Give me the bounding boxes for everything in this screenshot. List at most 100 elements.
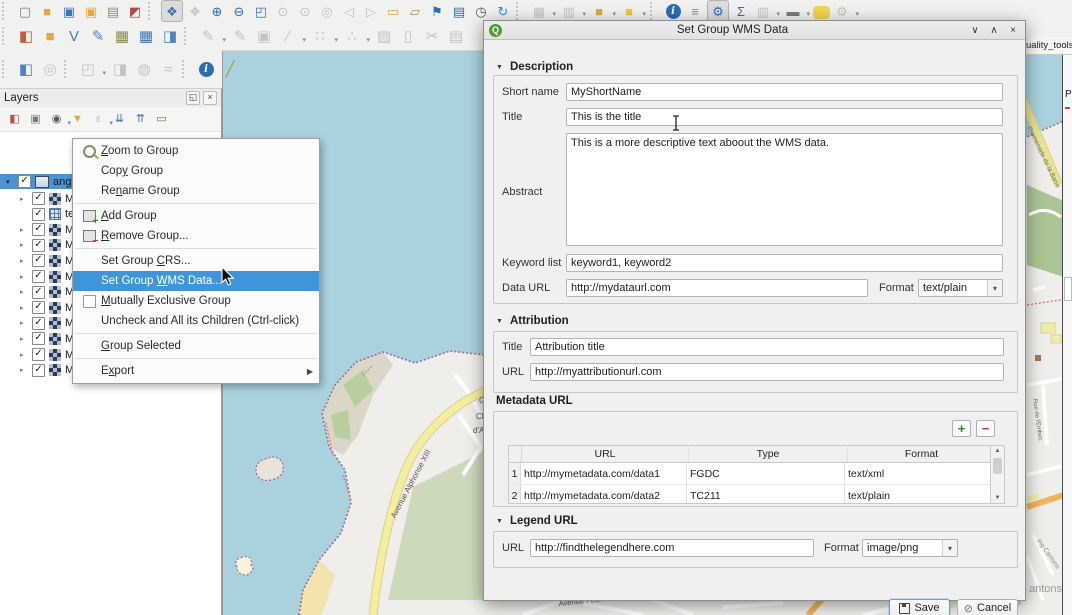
metasearch-button[interactable]: i [195, 58, 217, 80]
layer-checkbox[interactable]: ✓ [32, 270, 45, 283]
menu-item-mutually-exclusive-group[interactable]: Mutually Exclusive Group [73, 291, 319, 311]
header-cell[interactable]: Format [848, 446, 995, 462]
attribution-title-input[interactable] [530, 338, 1004, 356]
description-section-header[interactable]: ▼ Description [496, 61, 573, 73]
data-url-input[interactable] [566, 279, 868, 297]
menu-item-remove-group[interactable]: Remove Group... [73, 226, 319, 246]
layer-checkbox[interactable]: ✓ [32, 348, 45, 361]
filter-legend-button[interactable]: ▼ [69, 111, 86, 128]
shade-window-button[interactable]: ∨ [968, 25, 982, 36]
expander-right-icon[interactable]: ▸ [20, 335, 30, 343]
menu-item-set-group-wms-data[interactable]: Set Group WMS Data... [73, 271, 319, 291]
layer-checkbox[interactable]: ✓ [32, 223, 45, 236]
new-print-layout-button[interactable]: ▭ [383, 1, 403, 21]
add-group-button[interactable]: ▣ [27, 111, 44, 128]
measure-menu-button[interactable]: ▬▾ [783, 1, 803, 21]
layer-checkbox[interactable]: ✓ [32, 364, 45, 377]
map-tips-button[interactable] [813, 6, 830, 19]
new-spatialite-layer-button[interactable]: ✎ [87, 25, 109, 47]
short-name-input[interactable] [566, 83, 1003, 101]
zoom-in-button[interactable]: ⊕ [207, 1, 227, 21]
header-cell[interactable]: Type [689, 446, 848, 462]
options-sliders-button[interactable]: ≡ [685, 1, 705, 21]
sliver-scroll-thumb[interactable] [1064, 277, 1072, 301]
manage-map-themes-button[interactable]: ◉▾ [48, 111, 65, 128]
title-input[interactable] [566, 108, 1003, 126]
expander-right-icon[interactable]: ▸ [20, 288, 30, 296]
new-grid-layer-button[interactable]: ▦ [135, 25, 157, 47]
zoom-out-button[interactable]: ⊖ [229, 1, 249, 21]
close-panel-button[interactable]: × [203, 91, 217, 105]
show-bookmarks-button[interactable]: ▤ [449, 1, 469, 21]
save-project-button[interactable]: ▣ [59, 1, 79, 21]
type-cell[interactable]: FGDC [687, 463, 845, 484]
legend-format-combo[interactable]: image/png ▾ [862, 539, 958, 557]
statistics-summary-button[interactable]: Σ [731, 1, 751, 21]
attribution-url-input[interactable] [530, 363, 1004, 381]
save-project-as-button[interactable]: ▣ [81, 1, 101, 21]
menu-item-set-group-crs[interactable]: Set Group CRS... [73, 251, 319, 271]
menu-item-uncheck-all-children[interactable]: Uncheck and All its Children (Ctrl-click… [73, 311, 319, 331]
layer-checkbox[interactable]: ✓ [32, 192, 45, 205]
layer-checkbox[interactable]: ✓ [32, 208, 45, 221]
format-cell[interactable]: text/plain [845, 485, 992, 504]
new-virtual-layer-button[interactable]: ◨ [159, 25, 181, 47]
group-checkbox[interactable]: ✓ [18, 175, 31, 188]
processing-toolbox-button[interactable]: ⚙ [707, 0, 729, 22]
expander-right-icon[interactable]: ▸ [20, 304, 30, 312]
data-source-manager-button[interactable]: ◧ [15, 25, 37, 47]
layout-items-menu-button[interactable]: ■▾ [619, 1, 639, 21]
style-manager-button[interactable]: ◩ [125, 1, 145, 21]
new-shapefile-layer-button[interactable]: V [63, 25, 85, 47]
temporal-controller-button[interactable]: ◷ [471, 1, 491, 21]
new-mesh-layer-button[interactable]: ▦ [111, 25, 133, 47]
menu-item-add-group[interactable]: Add Group [73, 206, 319, 226]
maximize-window-button[interactable]: ∧ [987, 25, 1001, 36]
quality-tools-tab[interactable]: uality_tools [1026, 37, 1072, 55]
zoom-full-extent-button[interactable]: ◰ [251, 1, 271, 21]
collapse-all-button[interactable]: ⇈ [132, 111, 149, 128]
format-cell[interactable]: text/xml [845, 463, 992, 484]
new-geopackage-layer-button[interactable]: ■ [39, 25, 61, 47]
identify-features-button[interactable]: i [663, 1, 683, 21]
menu-item-rename-group[interactable]: Rename Group [73, 181, 319, 201]
url-cell[interactable]: http://mymetadata.com/data1 [521, 463, 687, 484]
legend-section-header[interactable]: ▼ Legend URL [496, 515, 578, 527]
new-layout-menu-button[interactable]: ■▾ [589, 1, 609, 21]
keyword-list-input[interactable] [566, 254, 1003, 272]
float-panel-button[interactable]: ◱ [186, 91, 200, 105]
header-cell[interactable]: URL [522, 446, 689, 462]
menu-item-zoom-to-group[interactable]: Zoom to Group [73, 141, 319, 161]
remove-layer-group-button[interactable]: ▭ [153, 111, 170, 128]
dialog-titlebar[interactable]: Q Set Group WMS Data ∨ ∧ × [484, 21, 1025, 40]
move-feature-button[interactable]: ◧ [15, 58, 37, 80]
layer-checkbox[interactable]: ✓ [32, 332, 45, 345]
expander-right-icon[interactable]: ▸ [20, 241, 30, 249]
layer-checkbox[interactable]: ✓ [32, 317, 45, 330]
metadata-table-scrollbar[interactable]: ▲ ▼ [990, 446, 1004, 503]
refresh-map-button[interactable]: ↻ [493, 1, 513, 21]
legend-url-input[interactable] [530, 539, 814, 557]
new-3d-map-view-button[interactable]: ▱ [405, 1, 425, 21]
abstract-textarea[interactable]: This is a more descriptive text aboout t… [566, 133, 1003, 246]
table-row[interactable]: 1http://mymetadata.com/data1FGDCtext/xml [509, 463, 1004, 485]
open-project-button[interactable]: ■ [37, 1, 57, 21]
expander-right-icon[interactable]: ▸ [20, 226, 30, 234]
scroll-thumb[interactable] [993, 458, 1002, 474]
close-window-button[interactable]: × [1006, 25, 1020, 36]
expander-right-icon[interactable]: ▸ [20, 319, 30, 327]
open-layer-styling-button[interactable]: ◧ [6, 111, 23, 128]
expander-right-icon[interactable]: ▸ [20, 195, 30, 203]
expander-right-icon[interactable]: ▸ [20, 351, 30, 359]
save-button[interactable]: Save [889, 599, 950, 615]
metadata-table[interactable]: URLTypeFormat 1http://mymetadata.com/dat… [508, 445, 1005, 504]
layer-checkbox[interactable]: ✓ [32, 239, 45, 252]
add-metadata-row-button[interactable]: + [952, 420, 971, 437]
scroll-down-icon[interactable]: ▼ [995, 493, 1001, 503]
layer-checkbox[interactable]: ✓ [32, 286, 45, 299]
layer-checkbox[interactable]: ✓ [32, 254, 45, 267]
new-project-button[interactable]: ▢ [15, 1, 35, 21]
scroll-up-icon[interactable]: ▲ [995, 446, 1001, 456]
pan-map-button[interactable]: ❖ [161, 0, 183, 22]
expander-right-icon[interactable]: ▸ [20, 257, 30, 265]
